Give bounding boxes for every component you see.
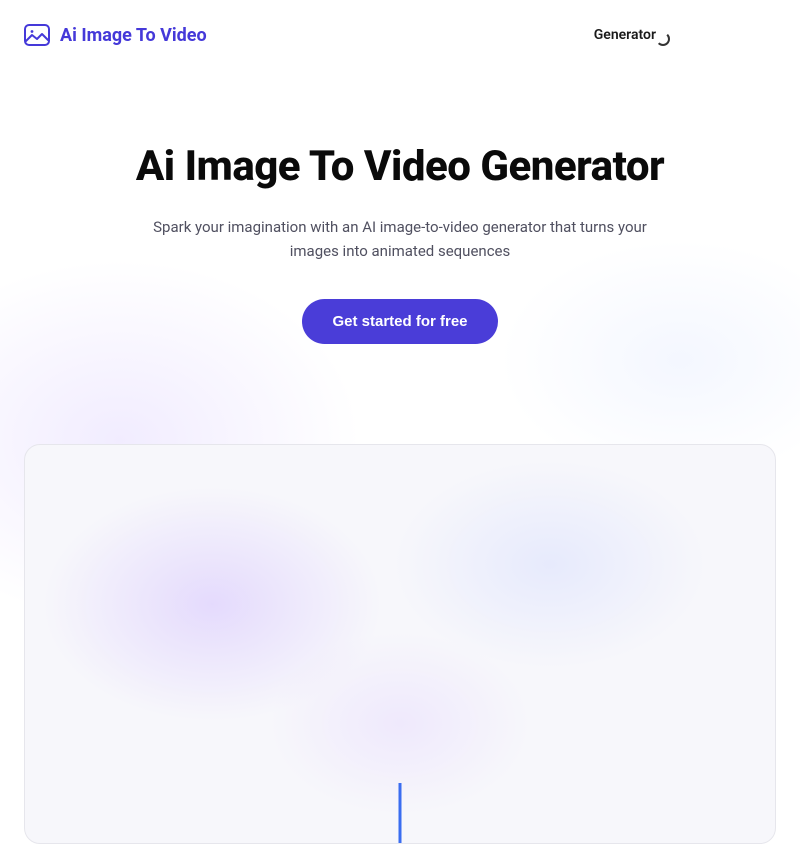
divider-line [399, 783, 402, 843]
page-title: Ai Image To Video Generator [40, 142, 760, 191]
hero: Ai Image To Video Generator Spark your i… [0, 46, 800, 384]
header: Ai Image To Video Generator [0, 0, 800, 46]
preview-card [24, 444, 776, 844]
nav-generator[interactable]: Generator [594, 27, 656, 43]
page-subtitle: Spark your imagination with an AI image-… [140, 215, 660, 263]
logo[interactable]: Ai Image To Video [24, 24, 207, 46]
image-icon [24, 24, 50, 46]
nav: Generator [594, 27, 656, 43]
loading-spinner-icon [656, 32, 670, 46]
get-started-button[interactable]: Get started for free [302, 299, 497, 344]
brand-name: Ai Image To Video [60, 25, 207, 46]
preview-area [0, 384, 800, 844]
